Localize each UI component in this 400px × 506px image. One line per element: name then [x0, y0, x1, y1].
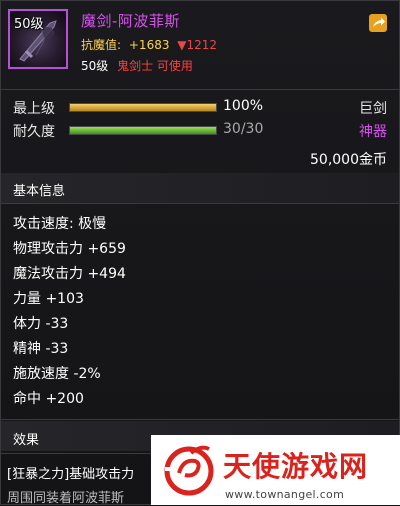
attr-line: 力量 +103: [13, 291, 84, 307]
quality-value: 100%: [223, 98, 264, 114]
attr-line: 施放速度 -2%: [13, 366, 101, 382]
quality-bar-fill: [70, 104, 216, 111]
effect-title: 效果: [13, 433, 40, 448]
watermark-logo-icon: [164, 445, 214, 496]
durability-label: 耐久度: [13, 124, 55, 140]
item-name: 魔剑-阿波菲斯: [81, 12, 180, 30]
icon-level-badge: 50级: [14, 17, 44, 32]
durability-bar-fill: [70, 127, 216, 134]
effect-line: 周围同装着阿波菲斯: [7, 491, 125, 506]
quality-bar: [69, 103, 217, 112]
resistance-gain: +1683: [128, 38, 170, 52]
share-icon[interactable]: [368, 13, 388, 33]
resistance-loss: ▼1212: [177, 38, 218, 52]
attr-line: 命中 +200: [13, 391, 84, 407]
requirement-row: 50级 鬼剑士 可使用: [81, 57, 193, 74]
divider: [1, 203, 399, 204]
attr-line: 物理攻击力 +659: [13, 241, 126, 257]
rarity: 神器: [359, 124, 387, 140]
attr-line: 精神 -33: [13, 341, 69, 357]
durability-bar: [69, 126, 217, 135]
effect-line: [狂暴之力]基础攻击力: [7, 467, 135, 482]
divider: [1, 89, 399, 90]
watermark-url: www.townangel.com: [225, 488, 345, 501]
attr-line: 体力 -33: [13, 316, 69, 332]
item-tooltip: 50级 魔剑-阿波菲斯 抗魔值: +1683 ▼1212 50级 鬼剑士 可使用…: [0, 0, 400, 506]
durability-value: 30/30: [223, 121, 264, 137]
resistance-label: 抗魔值:: [81, 38, 122, 52]
watermark-name: 天使游戏网: [223, 450, 369, 483]
quality-label: 最上级: [13, 101, 55, 117]
attr-line: 攻击速度: 极慢: [13, 216, 107, 232]
weapon-type: 巨剑: [359, 101, 387, 117]
required-level: 50级: [81, 59, 109, 73]
divider: [1, 419, 399, 420]
tooltip-header: 50级 魔剑-阿波菲斯 抗魔值: +1683 ▼1212 50级 鬼剑士 可使用: [1, 1, 399, 89]
resistance-row: 抗魔值: +1683 ▼1212: [81, 36, 217, 53]
attr-line: 魔法攻击力 +494: [13, 266, 126, 282]
item-icon[interactable]: 50级: [8, 9, 68, 69]
price: 50,000金币: [310, 152, 387, 168]
required-class: 鬼剑士 可使用: [117, 59, 193, 73]
basic-info-title: 基本信息: [13, 184, 66, 199]
watermark: 天使游戏网 www.townangel.com: [151, 435, 400, 505]
